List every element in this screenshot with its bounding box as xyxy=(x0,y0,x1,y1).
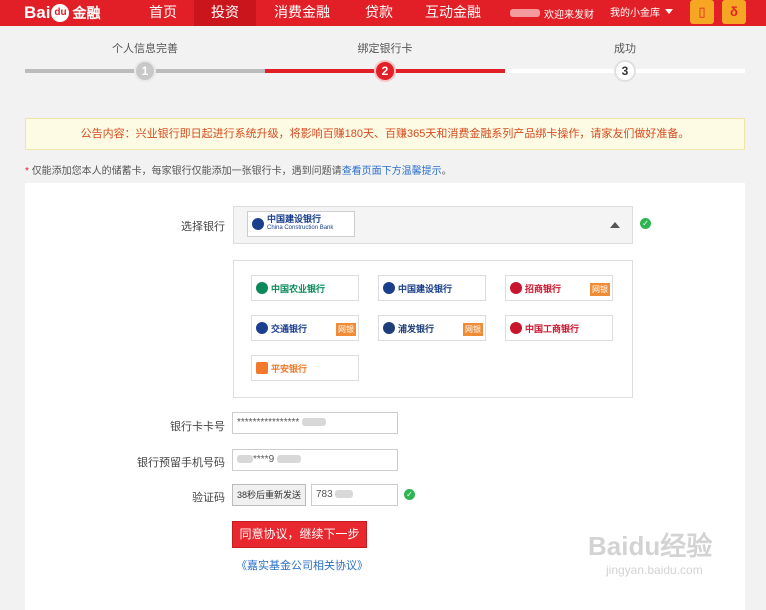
selected-bank-name: 中国建设银行 xyxy=(267,214,322,224)
main-nav: 首页 投资 消费金融 贷款 互动金融 xyxy=(132,0,496,26)
check-icon: ✓ xyxy=(404,489,415,500)
logo-text-finance: 金融 xyxy=(72,5,101,21)
step-1-label: 个人信息完善 xyxy=(112,43,178,55)
watermark-url: jingyan.baidu.com xyxy=(606,563,703,577)
phone-input[interactable]: ****9 xyxy=(232,449,398,471)
bind-card-hint: * 仅能添加您本人的储蓄卡，每家银行仅能添加一张银行卡，遇到问题请查看页面下方温… xyxy=(25,162,452,177)
hint-text: 仅能添加您本人的储蓄卡，每家银行仅能添加一张银行卡，遇到问题请 xyxy=(31,166,342,177)
view-tips-link[interactable]: 查看页面下方温馨提示 xyxy=(342,166,442,177)
bank-option-spdb[interactable]: 浦发银行 网银 xyxy=(378,315,486,341)
caret-down-icon xyxy=(665,9,673,14)
welcome-text: 欢迎来发财 xyxy=(544,9,594,21)
bank-option-ccb[interactable]: 中国建设银行 xyxy=(378,275,486,301)
my-account-label: 我的小金库 xyxy=(610,8,660,19)
selected-bank-ccb: 中国建设银行 China Construction Bank xyxy=(247,211,355,237)
nav-home[interactable]: 首页 xyxy=(132,0,194,26)
verification-code-value: 783 xyxy=(316,489,333,500)
nav-consumer-finance[interactable]: 消费金融 xyxy=(256,0,348,26)
bank-name: 中国农业银行 xyxy=(271,283,326,294)
bank-name: 浦发银行 xyxy=(398,323,435,334)
selected-bank-english: China Construction Bank xyxy=(267,225,334,231)
bank-select-label: 选择银行 xyxy=(181,221,225,233)
step-3-circle: 3 xyxy=(614,60,636,82)
check-icon: ✓ xyxy=(640,218,651,229)
verification-code-label: 验证码 xyxy=(192,492,225,504)
verification-code-input[interactable]: 783 xyxy=(311,484,398,506)
bank-name: 中国建设银行 xyxy=(398,283,453,294)
my-account-menu[interactable]: 我的小金库 xyxy=(610,4,673,19)
step-2-circle: 2 xyxy=(374,60,396,82)
phone-value: ****9 xyxy=(253,454,275,465)
icbc-logo-icon xyxy=(510,322,522,334)
paw-icon: du xyxy=(51,4,70,22)
phone-label: 银行预留手机号码 xyxy=(137,457,225,469)
nav-loan[interactable]: 贷款 xyxy=(348,0,410,26)
abc-logo-icon xyxy=(256,282,268,294)
step-3-label: 成功 xyxy=(614,43,636,55)
step-1-circle: 1 xyxy=(134,60,156,82)
chevron-up-icon[interactable] xyxy=(610,222,620,228)
bank-name: 交通银行 xyxy=(271,323,308,334)
card-number-label: 银行卡卡号 xyxy=(170,421,225,433)
required-star: * xyxy=(25,166,29,177)
bank-option-pingan[interactable]: 平安银行 xyxy=(251,355,359,381)
agreement-link[interactable]: 《嘉实基金公司相关协议》 xyxy=(236,557,368,573)
bank-option-abc[interactable]: 中国农业银行 xyxy=(251,275,359,301)
online-banking-badge: 网银 xyxy=(336,323,356,336)
step-2-label: 绑定银行卡 xyxy=(357,43,413,55)
spdb-logo-icon xyxy=(383,322,395,334)
nav-invest[interactable]: 投资 xyxy=(194,0,256,26)
username-blurred xyxy=(510,9,540,17)
online-banking-badge: 网银 xyxy=(590,283,610,296)
pingan-logo-icon xyxy=(256,362,268,374)
online-banking-badge: 网银 xyxy=(463,323,483,336)
phone-blurred xyxy=(237,455,253,464)
card-number-blurred xyxy=(302,418,327,427)
watermark-text: Baidu经验 xyxy=(588,531,713,561)
agree-continue-button[interactable]: 同意协议，继续下一步 xyxy=(232,521,367,548)
card-number-input[interactable]: **************** xyxy=(232,412,398,434)
ccb-logo-icon xyxy=(383,282,395,294)
baidu-finance-icon[interactable]: δ xyxy=(722,0,746,24)
phone-icon[interactable]: ▯ xyxy=(690,0,714,24)
cmb-logo-icon xyxy=(510,282,522,294)
announcement-banner: 公告内容：兴业银行即日起进行系统升级，将影响百赚180天、百赚365天和消费金融… xyxy=(25,118,745,150)
logo-text: Bai xyxy=(24,3,51,22)
code-blurred xyxy=(335,490,354,499)
ccb-logo-icon xyxy=(252,218,264,230)
user-greeting: 欢迎来发财 xyxy=(510,4,594,22)
phone-blurred-2 xyxy=(276,455,301,464)
top-navigation-bar: Bai du 金融 首页 投资 消费金融 贷款 互动金融 欢迎来发财 我的小金库 ▯… xyxy=(0,0,766,26)
hint-end: 。 xyxy=(441,166,452,177)
progress-steps: 个人信息完善 绑定银行卡 成功 1 2 3 xyxy=(25,36,745,86)
bank-option-bocom[interactable]: 交通银行 网银 xyxy=(251,315,359,341)
bank-name: 平安银行 xyxy=(271,363,308,374)
resend-sms-button[interactable]: 38秒后重新发送 xyxy=(232,484,306,506)
bank-name: 招商银行 xyxy=(525,283,562,294)
bank-option-icbc[interactable]: 中国工商银行 xyxy=(505,315,613,341)
bank-name: 中国工商银行 xyxy=(525,323,580,334)
bocom-logo-icon xyxy=(256,322,268,334)
nav-interactive-finance[interactable]: 互动金融 xyxy=(410,0,496,26)
card-number-value: **************** xyxy=(237,417,300,428)
bank-option-cmb[interactable]: 招商银行 网银 xyxy=(505,275,613,301)
baidu-finance-logo[interactable]: Bai du 金融 xyxy=(24,2,100,24)
